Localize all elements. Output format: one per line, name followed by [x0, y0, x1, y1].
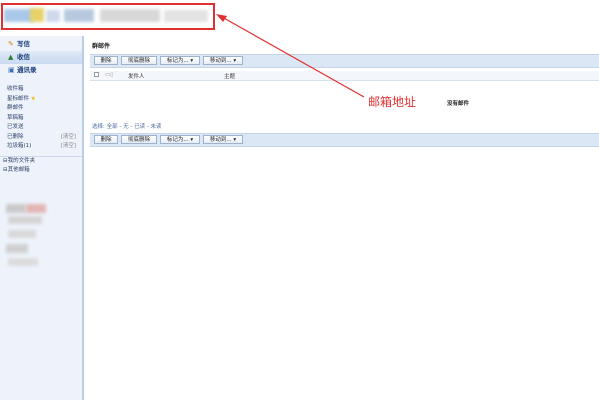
- annotation-label: 邮箱地址: [368, 95, 417, 109]
- annotation-arrow: [216, 14, 365, 98]
